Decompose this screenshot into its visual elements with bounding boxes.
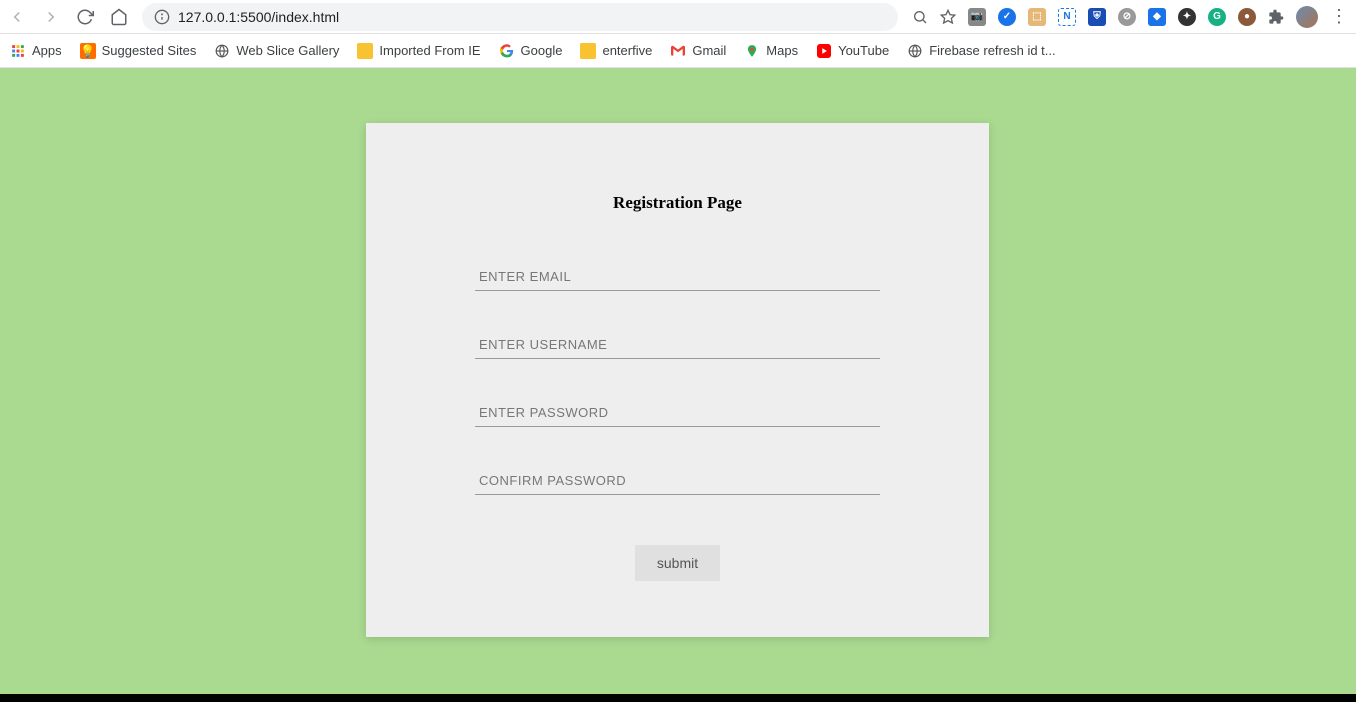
- folder-icon: [580, 43, 596, 59]
- info-icon[interactable]: [154, 9, 170, 25]
- apps-icon: [10, 43, 26, 59]
- field-email: [475, 263, 880, 291]
- bookmark-suggested[interactable]: 💡 Suggested Sites: [80, 43, 197, 59]
- ext-box-icon[interactable]: ⬚: [1028, 8, 1046, 26]
- bookmark-label: YouTube: [838, 43, 889, 58]
- back-icon[interactable]: [8, 8, 26, 26]
- bookmark-webslice[interactable]: Web Slice Gallery: [214, 43, 339, 59]
- ext-brown-icon[interactable]: ●: [1238, 8, 1256, 26]
- page-title: Registration Page: [366, 193, 989, 213]
- google-icon: [499, 43, 515, 59]
- lightbulb-icon: 💡: [80, 43, 96, 59]
- submit-button[interactable]: submit: [635, 545, 720, 581]
- maps-icon: [744, 43, 760, 59]
- field-username: [475, 331, 880, 359]
- reload-icon[interactable]: [76, 8, 94, 26]
- gmail-icon: [670, 43, 686, 59]
- ext-blue-icon[interactable]: ◆: [1148, 8, 1166, 26]
- password-input[interactable]: [475, 399, 880, 427]
- folder-icon: [357, 43, 373, 59]
- ext-camera-icon[interactable]: 📷: [968, 8, 986, 26]
- ext-shield-icon[interactable]: ⛨: [1088, 8, 1106, 26]
- browser-toolbar: 127.0.0.1:5500/index.html 📷 ✓ ⬚ N ⛨ ⊘ ◆ …: [0, 0, 1356, 34]
- email-input[interactable]: [475, 263, 880, 291]
- page-viewport: Registration Page submit: [0, 68, 1356, 694]
- bookmark-label: enterfive: [602, 43, 652, 58]
- bookmark-label: Firebase refresh id t...: [929, 43, 1055, 58]
- bookmark-apps[interactable]: Apps: [10, 43, 62, 59]
- field-confirm-password: [475, 467, 880, 495]
- bookmark-gmail[interactable]: Gmail: [670, 43, 726, 59]
- bookmark-label: Google: [521, 43, 563, 58]
- bookmark-imported[interactable]: Imported From IE: [357, 43, 480, 59]
- ext-green-icon[interactable]: G: [1208, 8, 1226, 26]
- bookmark-label: Maps: [766, 43, 798, 58]
- bookmark-label: Gmail: [692, 43, 726, 58]
- extensions-icon[interactable]: [1268, 9, 1284, 25]
- globe-icon: [214, 43, 230, 59]
- bookmark-maps[interactable]: Maps: [744, 43, 798, 59]
- bookmark-label: Web Slice Gallery: [236, 43, 339, 58]
- bookmark-label: Imported From IE: [379, 43, 480, 58]
- bookmarks-bar: Apps 💡 Suggested Sites Web Slice Gallery…: [0, 34, 1356, 68]
- star-icon[interactable]: [940, 9, 956, 25]
- confirm-password-input[interactable]: [475, 467, 880, 495]
- bookmark-youtube[interactable]: YouTube: [816, 43, 889, 59]
- profile-avatar[interactable]: [1296, 6, 1318, 28]
- address-bar[interactable]: 127.0.0.1:5500/index.html: [142, 3, 898, 31]
- bookmark-enterfive[interactable]: enterfive: [580, 43, 652, 59]
- taskbar: [0, 694, 1356, 702]
- menu-icon[interactable]: ⋮: [1330, 8, 1348, 26]
- bookmark-firebase[interactable]: Firebase refresh id t...: [907, 43, 1055, 59]
- extension-icons: 📷 ✓ ⬚ N ⛨ ⊘ ◆ ✦ G ● ⋮: [912, 6, 1348, 28]
- field-password: [475, 399, 880, 427]
- youtube-icon: [816, 43, 832, 59]
- ext-check-icon[interactable]: ✓: [998, 8, 1016, 26]
- bookmark-label: Suggested Sites: [102, 43, 197, 58]
- home-icon[interactable]: [110, 8, 128, 26]
- globe-icon: [907, 43, 923, 59]
- bookmark-label: Apps: [32, 43, 62, 58]
- ext-block-icon[interactable]: ⊘: [1118, 8, 1136, 26]
- bookmark-google[interactable]: Google: [499, 43, 563, 59]
- zoom-icon[interactable]: [912, 9, 928, 25]
- registration-card: Registration Page submit: [366, 123, 989, 637]
- url-text: 127.0.0.1:5500/index.html: [178, 9, 339, 25]
- username-input[interactable]: [475, 331, 880, 359]
- ext-dark-icon[interactable]: ✦: [1178, 8, 1196, 26]
- forward-icon[interactable]: [42, 8, 60, 26]
- ext-n-icon[interactable]: N: [1058, 8, 1076, 26]
